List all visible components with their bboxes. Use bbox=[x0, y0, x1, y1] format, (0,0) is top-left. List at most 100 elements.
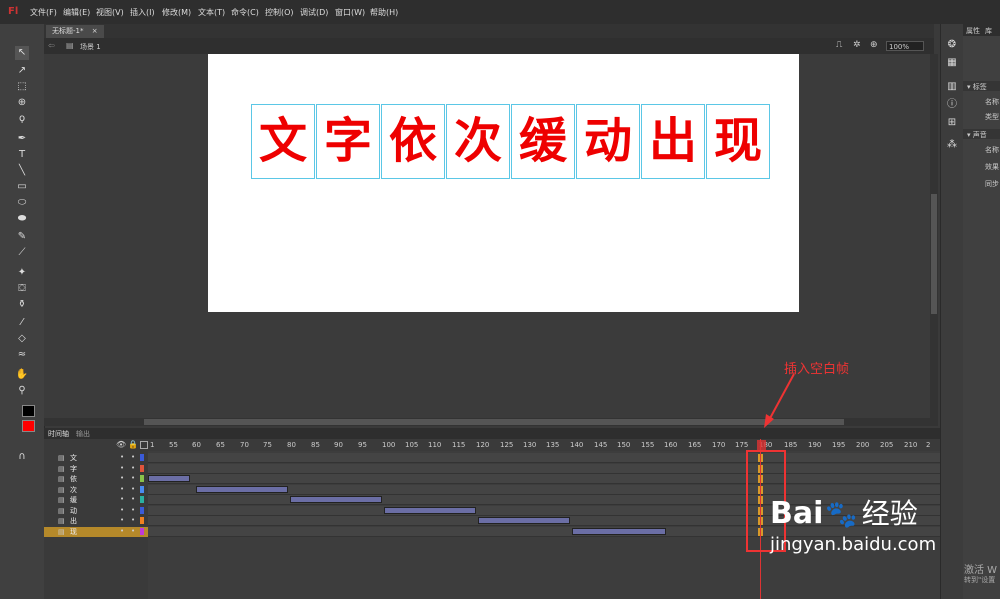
menu-view[interactable]: 视图(V) bbox=[96, 7, 124, 18]
visibility-dot[interactable]: • bbox=[120, 453, 124, 461]
lock-dot[interactable]: • bbox=[131, 516, 135, 524]
line-tool-icon[interactable]: ╲ bbox=[15, 164, 29, 178]
stage-char[interactable]: 文 bbox=[251, 104, 315, 179]
lasso-icon[interactable]: ϙ bbox=[15, 112, 29, 126]
hand-tool-icon[interactable]: ✋ bbox=[15, 368, 29, 382]
menu-text[interactable]: 文本(T) bbox=[198, 7, 225, 18]
pen-tool-icon[interactable]: ✒ bbox=[15, 132, 29, 146]
back-arrow-icon[interactable]: ⇦ bbox=[48, 41, 55, 50]
stage-char[interactable]: 次 bbox=[446, 104, 510, 179]
output-tab[interactable]: 输出 bbox=[76, 429, 90, 439]
vertical-scrollbar[interactable] bbox=[930, 54, 938, 418]
visibility-dot[interactable]: • bbox=[120, 506, 124, 514]
layer-color[interactable] bbox=[140, 517, 144, 524]
menu-commands[interactable]: 命令(C) bbox=[231, 7, 259, 18]
visibility-dot[interactable]: • bbox=[120, 474, 124, 482]
stage-char[interactable]: 依 bbox=[381, 104, 445, 179]
menu-insert[interactable]: 插入(I) bbox=[130, 7, 155, 18]
section-label[interactable]: ▾ 标签 bbox=[967, 82, 987, 92]
stroke-color-swatch[interactable] bbox=[22, 405, 35, 417]
layer-row[interactable]: ▤ 依 • • bbox=[44, 474, 148, 484]
layer-row[interactable]: ▤ 次 • • bbox=[44, 485, 148, 495]
stage-char[interactable]: 字 bbox=[316, 104, 380, 179]
stage-char[interactable]: 动 bbox=[576, 104, 640, 179]
menu-control[interactable]: 控制(O) bbox=[265, 7, 294, 18]
layer-name[interactable]: 现 bbox=[70, 527, 77, 537]
playhead-handle[interactable] bbox=[757, 440, 766, 450]
layer-color[interactable] bbox=[140, 506, 144, 514]
brush-tool-icon[interactable]: ⟋ bbox=[15, 246, 29, 260]
visibility-dot[interactable]: • bbox=[120, 516, 124, 524]
close-icon[interactable]: × bbox=[92, 27, 98, 35]
section-sound[interactable]: ▾ 声音 bbox=[967, 130, 987, 140]
tween-span[interactable] bbox=[196, 485, 288, 493]
layer-name[interactable]: 字 bbox=[70, 464, 77, 474]
lock-dot[interactable]: • bbox=[131, 464, 135, 472]
layer-name[interactable]: 依 bbox=[70, 474, 77, 484]
edit-scene-icon[interactable]: ⎍ bbox=[836, 40, 842, 50]
layer-name[interactable]: 动 bbox=[70, 506, 77, 516]
layer-color[interactable] bbox=[140, 464, 144, 472]
menu-modify[interactable]: 修改(M) bbox=[162, 7, 191, 18]
library-tab[interactable]: 库 bbox=[985, 26, 992, 36]
lock-dot[interactable]: • bbox=[131, 485, 135, 493]
library-icon[interactable]: ▦ bbox=[945, 56, 959, 70]
stage[interactable] bbox=[208, 54, 799, 312]
outline-icon[interactable] bbox=[140, 441, 148, 449]
align-icon[interactable]: ▥ bbox=[945, 80, 959, 94]
polystar-tool-icon[interactable]: ⬬ bbox=[15, 212, 29, 226]
tween-span[interactable] bbox=[148, 475, 190, 482]
lock-dot[interactable]: • bbox=[131, 495, 135, 503]
lock-dot[interactable]: • bbox=[131, 474, 135, 482]
visibility-dot[interactable]: • bbox=[120, 527, 124, 535]
menu-edit[interactable]: 编辑(E) bbox=[63, 7, 90, 18]
layer-row[interactable]: ▤ 文 • • bbox=[44, 453, 148, 463]
zoom-tool-icon[interactable]: ⚲ bbox=[15, 384, 29, 398]
tween-span[interactable] bbox=[572, 527, 666, 535]
visibility-dot[interactable]: • bbox=[120, 495, 124, 503]
horizontal-scrollbar[interactable] bbox=[44, 418, 938, 426]
oval-tool-icon[interactable]: ⬭ bbox=[15, 196, 29, 210]
3d-rotation-icon[interactable]: ⊕ bbox=[15, 96, 29, 110]
layer-color[interactable] bbox=[140, 475, 144, 482]
paint-bucket-icon[interactable]: ⛋ bbox=[15, 282, 29, 296]
layer-name[interactable]: 出 bbox=[70, 516, 77, 526]
width-tool-icon[interactable]: ≈ bbox=[15, 348, 29, 362]
text-tool-icon[interactable]: T bbox=[15, 148, 29, 162]
transform-icon[interactable]: ⊞ bbox=[945, 116, 959, 130]
menu-debug[interactable]: 调试(D) bbox=[300, 7, 328, 18]
layer-color[interactable] bbox=[140, 485, 144, 493]
tween-span[interactable] bbox=[478, 517, 570, 524]
layer-name[interactable]: 缓 bbox=[70, 495, 77, 505]
selection-tool-icon[interactable]: ↖ bbox=[15, 46, 29, 60]
menu-help[interactable]: 帮助(H) bbox=[370, 7, 398, 18]
snap-magnet-icon[interactable]: ∩ bbox=[15, 450, 29, 464]
layer-row[interactable]: ▤ 字 • • bbox=[44, 464, 148, 474]
bone-tool-icon[interactable]: ✦ bbox=[15, 266, 29, 280]
subselection-tool-icon[interactable]: ↗ bbox=[15, 64, 29, 78]
palette-icon[interactable]: ❂ bbox=[945, 38, 959, 52]
stage-char[interactable]: 现 bbox=[706, 104, 770, 179]
lock-dot[interactable]: • bbox=[131, 506, 135, 514]
layer-row[interactable]: ▤ 出 • • bbox=[44, 516, 148, 526]
layer-row[interactable]: ▤ 动 • • bbox=[44, 506, 148, 516]
timeline-tab[interactable]: 时间轴 bbox=[48, 429, 69, 439]
tween-span[interactable] bbox=[290, 496, 382, 503]
layer-row[interactable]: ▤ 缓 • • bbox=[44, 495, 148, 505]
visibility-dot[interactable]: • bbox=[120, 485, 124, 493]
menu-window[interactable]: 窗口(W) bbox=[335, 7, 365, 18]
frame-row[interactable] bbox=[148, 453, 940, 463]
layer-color[interactable] bbox=[140, 454, 144, 461]
edit-symbol-icon[interactable]: ✲ bbox=[853, 40, 861, 50]
info-icon[interactable]: ⓘ bbox=[945, 98, 959, 112]
frame-row[interactable] bbox=[148, 474, 940, 484]
layer-color[interactable] bbox=[140, 496, 144, 503]
lock-dot[interactable]: • bbox=[131, 453, 135, 461]
frame-row[interactable] bbox=[148, 463, 940, 474]
pencil-tool-icon[interactable]: ✎ bbox=[15, 230, 29, 244]
tween-span[interactable] bbox=[384, 506, 476, 514]
components-icon[interactable]: ⁂ bbox=[945, 138, 959, 152]
layer-row[interactable]: ▤ 现 • • bbox=[44, 526, 148, 537]
eraser-icon[interactable]: ◇ bbox=[15, 332, 29, 346]
layer-name[interactable]: 次 bbox=[70, 485, 77, 495]
